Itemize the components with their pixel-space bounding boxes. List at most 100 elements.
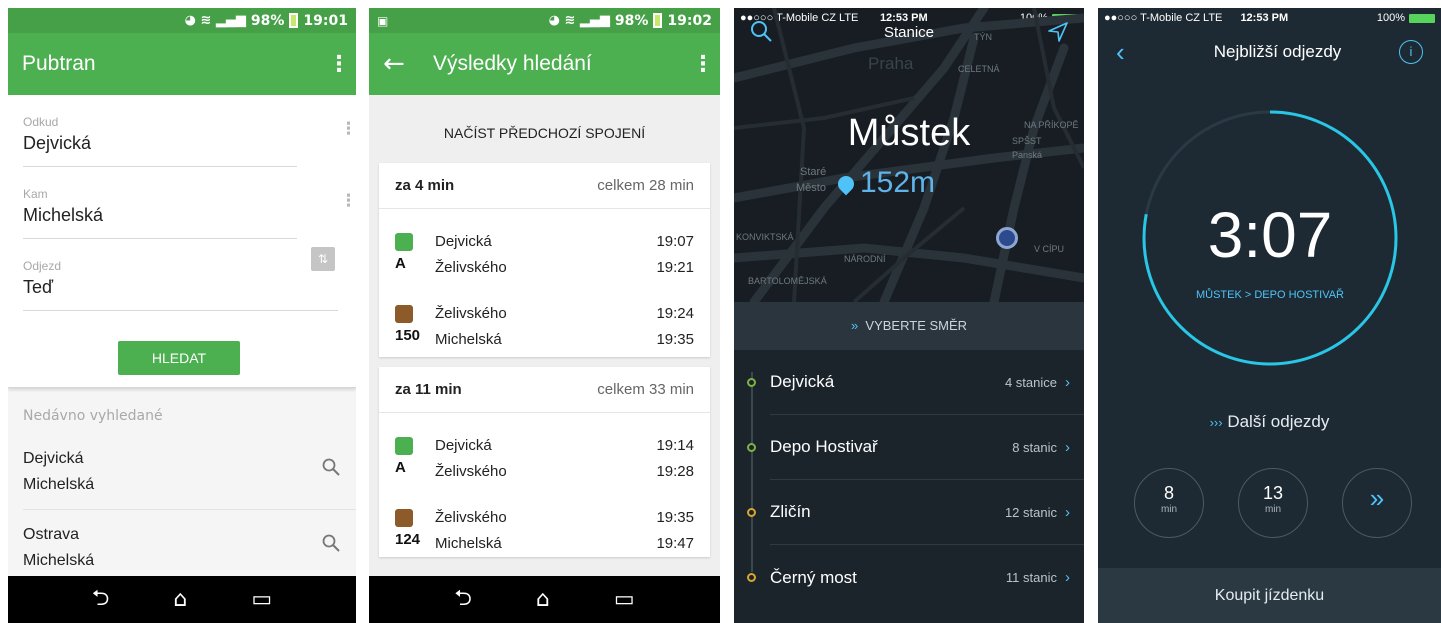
line-dot: [747, 507, 756, 517]
stop-count: 11 stanic: [1005, 570, 1057, 585]
signal-icons: ◕ ≋ ▂▄▆: [184, 13, 246, 28]
metro-icon: [395, 437, 413, 455]
from-options-icon[interactable]: ⋮: [340, 119, 356, 139]
clock: 12:53 PM: [1240, 12, 1289, 24]
direction-item[interactable]: Zličín 12 stanic ›: [747, 480, 1084, 545]
result-card[interactable]: za 11 min celkem 33 min A Dejvická Želivs…: [379, 367, 710, 557]
map-label: Město: [796, 182, 826, 194]
battery-percent: 100%: [1376, 12, 1406, 24]
next-departure-unit: min: [1160, 504, 1178, 515]
station-map[interactable]: ●●○○○ T-Mobile CZ LTE 12:53 PM 100% Prah…: [734, 8, 1084, 302]
battery-percent: 98%: [614, 12, 649, 29]
route-form: Odkud Dejvická ⋮ Kam Michelská ⋮ Odjezd …: [8, 95, 356, 388]
chevron-right-icon: ›: [1065, 503, 1070, 521]
direction-item[interactable]: Dejvická 4 stanice ›: [747, 350, 1084, 415]
image-notification-icon: ▣: [377, 13, 389, 28]
to-value: Michelská: [23, 205, 104, 225]
search-icon[interactable]: [322, 534, 340, 552]
leg-row: A Dejvická Želivského 19:07 19:21: [379, 209, 710, 281]
direction-item[interactable]: Depo Hostivař 8 stanic ›: [747, 415, 1084, 480]
recent-searches: Nedávno vyhledané Dejvická Michelská Ost…: [8, 388, 356, 586]
from-field[interactable]: Odkud Dejvická ⋮: [23, 95, 356, 167]
direction-item[interactable]: Černý most 11 stanic ›: [747, 545, 1084, 610]
next-departures-label: Další odjezdy: [1227, 412, 1330, 431]
battery-icon: [289, 13, 299, 28]
route-label: MŮSTEK > DEPO HOSTIVAŘ: [1195, 289, 1345, 301]
next-departures-title: ››› Další odjezdy: [1098, 412, 1441, 432]
leg-dep: 19:35: [656, 509, 694, 526]
recent-item[interactable]: Dejvická Michelská: [23, 434, 356, 510]
line-dot: [747, 377, 756, 387]
swap-vertical-icon[interactable]: ⇅: [311, 247, 335, 271]
recent-to: Michelská: [23, 552, 95, 569]
arrow-back-icon[interactable]: ←: [383, 49, 433, 79]
home-nav-icon[interactable]: ⌂: [536, 587, 550, 612]
direction-name: Černý most: [770, 567, 857, 587]
choose-direction-label: VYBERTE SMĚR: [865, 318, 968, 333]
triple-chevron-icon: ›››: [1209, 415, 1223, 430]
leg-from: Dejvická: [435, 233, 492, 250]
nav-bar: ‹ Nejbližší odjezdy i: [1098, 28, 1441, 76]
more-vert-icon[interactable]: ⋮: [328, 52, 350, 77]
leg-dep: 19:24: [656, 305, 694, 322]
line-rail: [751, 372, 753, 572]
bus-icon: [395, 509, 413, 527]
total-duration: celkem 28 min: [597, 177, 694, 194]
back-nav-icon[interactable]: ⮌: [454, 581, 472, 619]
chevron-left-icon[interactable]: ‹: [1116, 37, 1156, 68]
recents-nav-icon[interactable]: ▭: [614, 587, 635, 612]
android-nav-bar: ⮌ ⌂ ▭: [369, 576, 720, 623]
home-nav-icon[interactable]: ⌂: [173, 587, 187, 612]
double-chevron-icon: »: [850, 318, 859, 333]
direction-name: Zličín: [770, 502, 811, 521]
clock: 19:02: [667, 12, 712, 29]
distance-value: 152m: [860, 166, 936, 199]
station-distance: 152m: [834, 166, 936, 200]
status-bar: ●●○○○ T-Mobile CZ LTE 12:53 PM 100%: [1098, 8, 1441, 28]
buy-ticket-button[interactable]: Koupit jízdenku: [1098, 568, 1441, 623]
load-previous-button[interactable]: NAČÍST PŘEDCHOZÍ SPOJENÍ: [369, 95, 720, 163]
app-title: Pubtran: [22, 52, 96, 75]
to-options-icon[interactable]: ⋮: [340, 191, 356, 211]
recents-nav-icon[interactable]: ▭: [251, 587, 272, 612]
recent-item[interactable]: Ostrava Michelská: [23, 510, 356, 586]
station-name: Můstek: [847, 112, 971, 154]
result-card[interactable]: za 4 min celkem 28 min A Dejvická Želivsk…: [379, 163, 710, 357]
map-label: V CÍPU: [1034, 244, 1065, 254]
search-icon[interactable]: [322, 458, 340, 476]
depart-field[interactable]: Odjezd Teď: [23, 239, 338, 311]
search-button[interactable]: HLEDAT: [118, 341, 240, 375]
next-departure[interactable]: 13 min: [1238, 468, 1308, 538]
map-label: NÁRODNÍ: [844, 254, 886, 264]
more-vert-icon[interactable]: ⋮: [692, 52, 714, 77]
android-nav-bar: ⮌ ⌂ ▭: [8, 576, 356, 623]
result-header: za 4 min celkem 28 min: [379, 163, 710, 209]
to-field[interactable]: Kam Michelská ⋮: [23, 167, 356, 239]
app-bar: ← Výsledky hledání ⋮: [369, 33, 720, 95]
next-departure-value: 8: [1163, 483, 1174, 503]
direction-name: Depo Hostivař: [770, 437, 878, 456]
station-screen: ●●○○○ T-Mobile CZ LTE 12:53 PM 100% Prah…: [734, 8, 1084, 623]
leg-to: Želivského: [435, 463, 507, 480]
metro-icon: [395, 233, 413, 251]
departure-in: za 4 min: [395, 177, 455, 194]
choose-direction-bar: » VYBERTE SMĚR: [734, 302, 1084, 350]
leg-to: Michelská: [435, 331, 502, 348]
more-departures-button[interactable]: »: [1342, 468, 1412, 538]
leg-from: Dejvická: [435, 437, 492, 454]
depart-value: Teď: [23, 277, 54, 297]
map-label: KONVIKTSKÁ: [736, 232, 794, 242]
navigation-arrow-icon[interactable]: [1048, 22, 1068, 42]
chevron-right-icon: ›: [1065, 373, 1070, 391]
double-chevron-right-icon: »: [1369, 483, 1385, 513]
countdown-dial: 3:07 MŮSTEK > DEPO HOSTIVAŘ: [1140, 108, 1400, 368]
back-nav-icon[interactable]: ⮌: [92, 581, 110, 619]
leg-row: 124 Želivského Michelská 19:35 19:47: [379, 485, 710, 557]
leg-arr: 19:35: [656, 331, 694, 348]
total-duration: celkem 33 min: [597, 381, 694, 398]
clock: 19:01: [303, 12, 348, 29]
info-icon[interactable]: i: [1399, 40, 1423, 64]
chevron-right-icon: ›: [1065, 438, 1070, 456]
next-departure[interactable]: 8 min: [1134, 468, 1204, 538]
leg-to: Želivského: [435, 259, 507, 276]
